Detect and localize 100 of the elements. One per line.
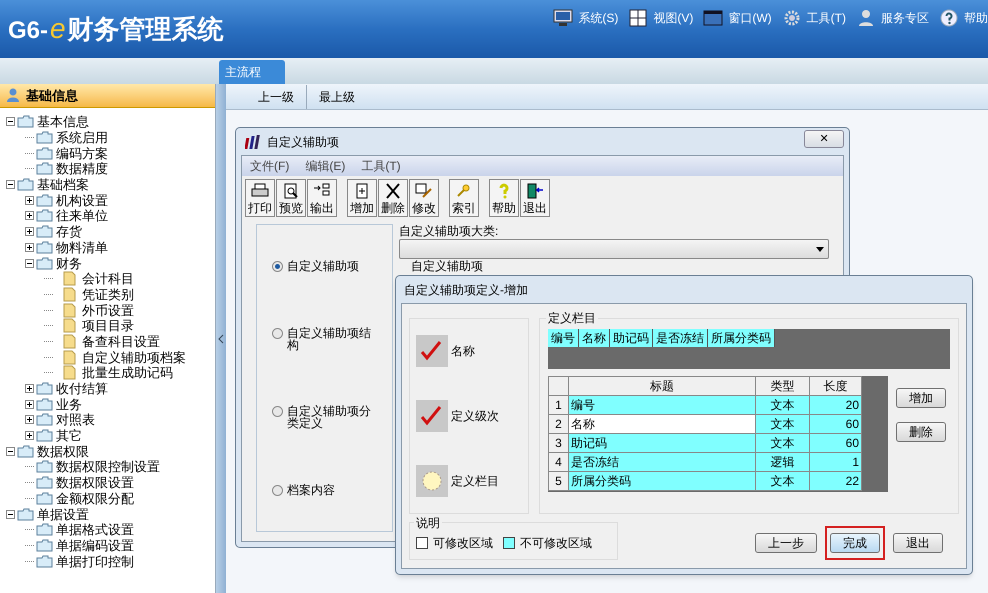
radio-button[interactable] bbox=[272, 406, 283, 418]
toolbar-button[interactable]: 增加 bbox=[347, 179, 377, 217]
toolbar-button[interactable]: 输出 bbox=[307, 179, 337, 217]
tree-item[interactable]: 金额权限分配 bbox=[56, 492, 134, 505]
expand-toggle[interactable] bbox=[25, 400, 34, 409]
folder-icon bbox=[36, 256, 53, 270]
toolbar-button[interactable]: 预览 bbox=[276, 179, 306, 217]
menu-item[interactable]: 视图(V) bbox=[628, 9, 694, 27]
nav-button[interactable]: 上一级 bbox=[246, 84, 307, 108]
side-button[interactable]: 删除 bbox=[896, 422, 946, 442]
expand-toggle[interactable] bbox=[25, 196, 34, 205]
monitor-icon bbox=[553, 9, 574, 27]
document-icon bbox=[63, 271, 76, 286]
radio-option[interactable]: 自定义辅助项结构 bbox=[257, 326, 392, 351]
table-cell[interactable]: 编号 bbox=[568, 396, 756, 414]
dialog-button[interactable]: 上一步 bbox=[755, 533, 817, 553]
expand-toggle[interactable] bbox=[25, 227, 34, 236]
tree-item[interactable]: 会计科目 bbox=[82, 272, 134, 286]
tree-item[interactable]: 物料清单 bbox=[56, 240, 108, 254]
legend-label: 不可修改区域 bbox=[520, 535, 592, 552]
nav-button[interactable]: 最上级 bbox=[307, 84, 367, 108]
menu-item[interactable]: 服务专区 bbox=[856, 9, 929, 27]
toolbar-button[interactable]: 修改 bbox=[409, 179, 439, 217]
field-label: 自定义辅助项大类: bbox=[399, 224, 500, 239]
tree-item[interactable]: 机构设置 bbox=[56, 194, 108, 207]
radio-button[interactable] bbox=[272, 261, 283, 272]
expand-toggle[interactable] bbox=[25, 242, 34, 252]
menu-item[interactable]: 工具(T) bbox=[782, 9, 846, 27]
toolbar-button[interactable]: 索引 bbox=[449, 179, 479, 217]
tree-item[interactable]: 其它 bbox=[56, 429, 82, 442]
tree-item[interactable]: 存货 bbox=[56, 225, 82, 238]
tree-item[interactable]: 财务 bbox=[56, 256, 82, 270]
folder-icon bbox=[36, 538, 53, 552]
tree-item[interactable]: 编码方案 bbox=[56, 146, 108, 160]
tree-item[interactable]: 系统启用 bbox=[56, 131, 108, 144]
tree-item[interactable]: 数据权限控制设置 bbox=[56, 460, 160, 474]
column-header: 长度 bbox=[810, 376, 862, 396]
table-cell: 文本 bbox=[756, 414, 810, 434]
side-button[interactable]: 增加 bbox=[896, 388, 946, 408]
table-cell[interactable]: 助记码 bbox=[568, 434, 756, 452]
menu-item[interactable]: 工具(T) bbox=[361, 157, 401, 175]
tree-item[interactable]: 往来单位 bbox=[56, 209, 108, 222]
radio-option[interactable]: 档案内容 bbox=[257, 484, 392, 496]
toolbar-button[interactable]: 删除 bbox=[378, 179, 408, 217]
tree-item[interactable]: 自定义辅助项档案 bbox=[82, 350, 186, 364]
table-cell[interactable]: 名称 bbox=[568, 414, 756, 434]
tree-item[interactable]: 备查科目设置 bbox=[82, 334, 160, 348]
tree-item[interactable]: 对照表 bbox=[56, 413, 95, 426]
tree-item[interactable]: 单据打印控制 bbox=[56, 554, 134, 568]
tree-item[interactable]: 单据设置 bbox=[37, 508, 89, 521]
expand-toggle[interactable] bbox=[25, 415, 34, 424]
toolbar-button[interactable]: 打印 bbox=[245, 179, 275, 217]
collapse-toggle[interactable] bbox=[6, 117, 15, 126]
folder-icon bbox=[36, 492, 53, 505]
folder-icon bbox=[36, 382, 53, 396]
radio-option[interactable]: 自定义辅助项分类定义 bbox=[257, 405, 392, 430]
tree-item[interactable]: 数据权限设置 bbox=[56, 476, 134, 490]
table-cell[interactable]: 是否冻结 bbox=[568, 452, 756, 472]
collapse-toggle[interactable] bbox=[6, 446, 15, 456]
table-cell[interactable]: 所属分类码 bbox=[568, 472, 756, 490]
collapse-toggle[interactable] bbox=[25, 258, 34, 268]
folder-icon bbox=[36, 209, 53, 222]
radio-button[interactable] bbox=[272, 484, 283, 496]
tree-item[interactable]: 收付结算 bbox=[56, 382, 108, 396]
tree-item[interactable]: 批量生成助记码 bbox=[82, 366, 173, 380]
menu-item[interactable]: 编辑(E) bbox=[305, 157, 346, 175]
menu-item[interactable]: 帮助 bbox=[939, 9, 988, 27]
legend-label: 可修改区域 bbox=[433, 535, 493, 552]
tab[interactable]: 主流程 bbox=[219, 60, 285, 84]
tree-item[interactable]: 数据权限 bbox=[37, 444, 89, 458]
tree-item[interactable]: 基本信息 bbox=[37, 115, 89, 128]
expand-toggle[interactable] bbox=[25, 431, 34, 440]
preview-column: 编号 bbox=[548, 329, 579, 347]
tree-item[interactable]: 单据编码设置 bbox=[56, 538, 134, 552]
dialog-button[interactable]: 退出 bbox=[893, 533, 943, 553]
tree-item[interactable]: 基础档案 bbox=[37, 178, 89, 192]
tree-item[interactable]: 数据精度 bbox=[56, 162, 108, 176]
group-label: 自定义辅助项 bbox=[411, 260, 484, 273]
toolbar-button[interactable]: 帮助 bbox=[489, 179, 519, 217]
radio-option[interactable]: 自定义辅助项 bbox=[257, 260, 392, 272]
expand-toggle[interactable] bbox=[25, 211, 34, 220]
toolbar-button[interactable]: 退出 bbox=[520, 179, 550, 217]
collapse-toggle[interactable] bbox=[6, 180, 15, 190]
cross-icon bbox=[384, 182, 402, 198]
tree-item[interactable]: 凭证类别 bbox=[82, 288, 134, 301]
menu-item[interactable]: 文件(F) bbox=[250, 157, 290, 175]
dialog-button[interactable]: 完成 bbox=[830, 533, 880, 553]
tree-item[interactable]: 外币设置 bbox=[82, 304, 134, 317]
menu-item[interactable]: 窗口(W) bbox=[703, 9, 772, 27]
menu-item[interactable]: 系统(S) bbox=[553, 9, 618, 27]
close-button[interactable]: ✕ bbox=[804, 130, 844, 148]
person-icon bbox=[6, 88, 20, 103]
category-dropdown[interactable] bbox=[399, 239, 829, 259]
collapse-toggle[interactable] bbox=[6, 510, 15, 519]
tree-item[interactable]: 单据格式设置 bbox=[56, 523, 134, 536]
radio-button[interactable] bbox=[272, 328, 283, 339]
tree-item[interactable]: 业务 bbox=[56, 398, 82, 411]
tree-item[interactable]: 项目目录 bbox=[82, 319, 134, 332]
expand-toggle[interactable] bbox=[25, 384, 34, 394]
folder-icon bbox=[17, 115, 34, 128]
